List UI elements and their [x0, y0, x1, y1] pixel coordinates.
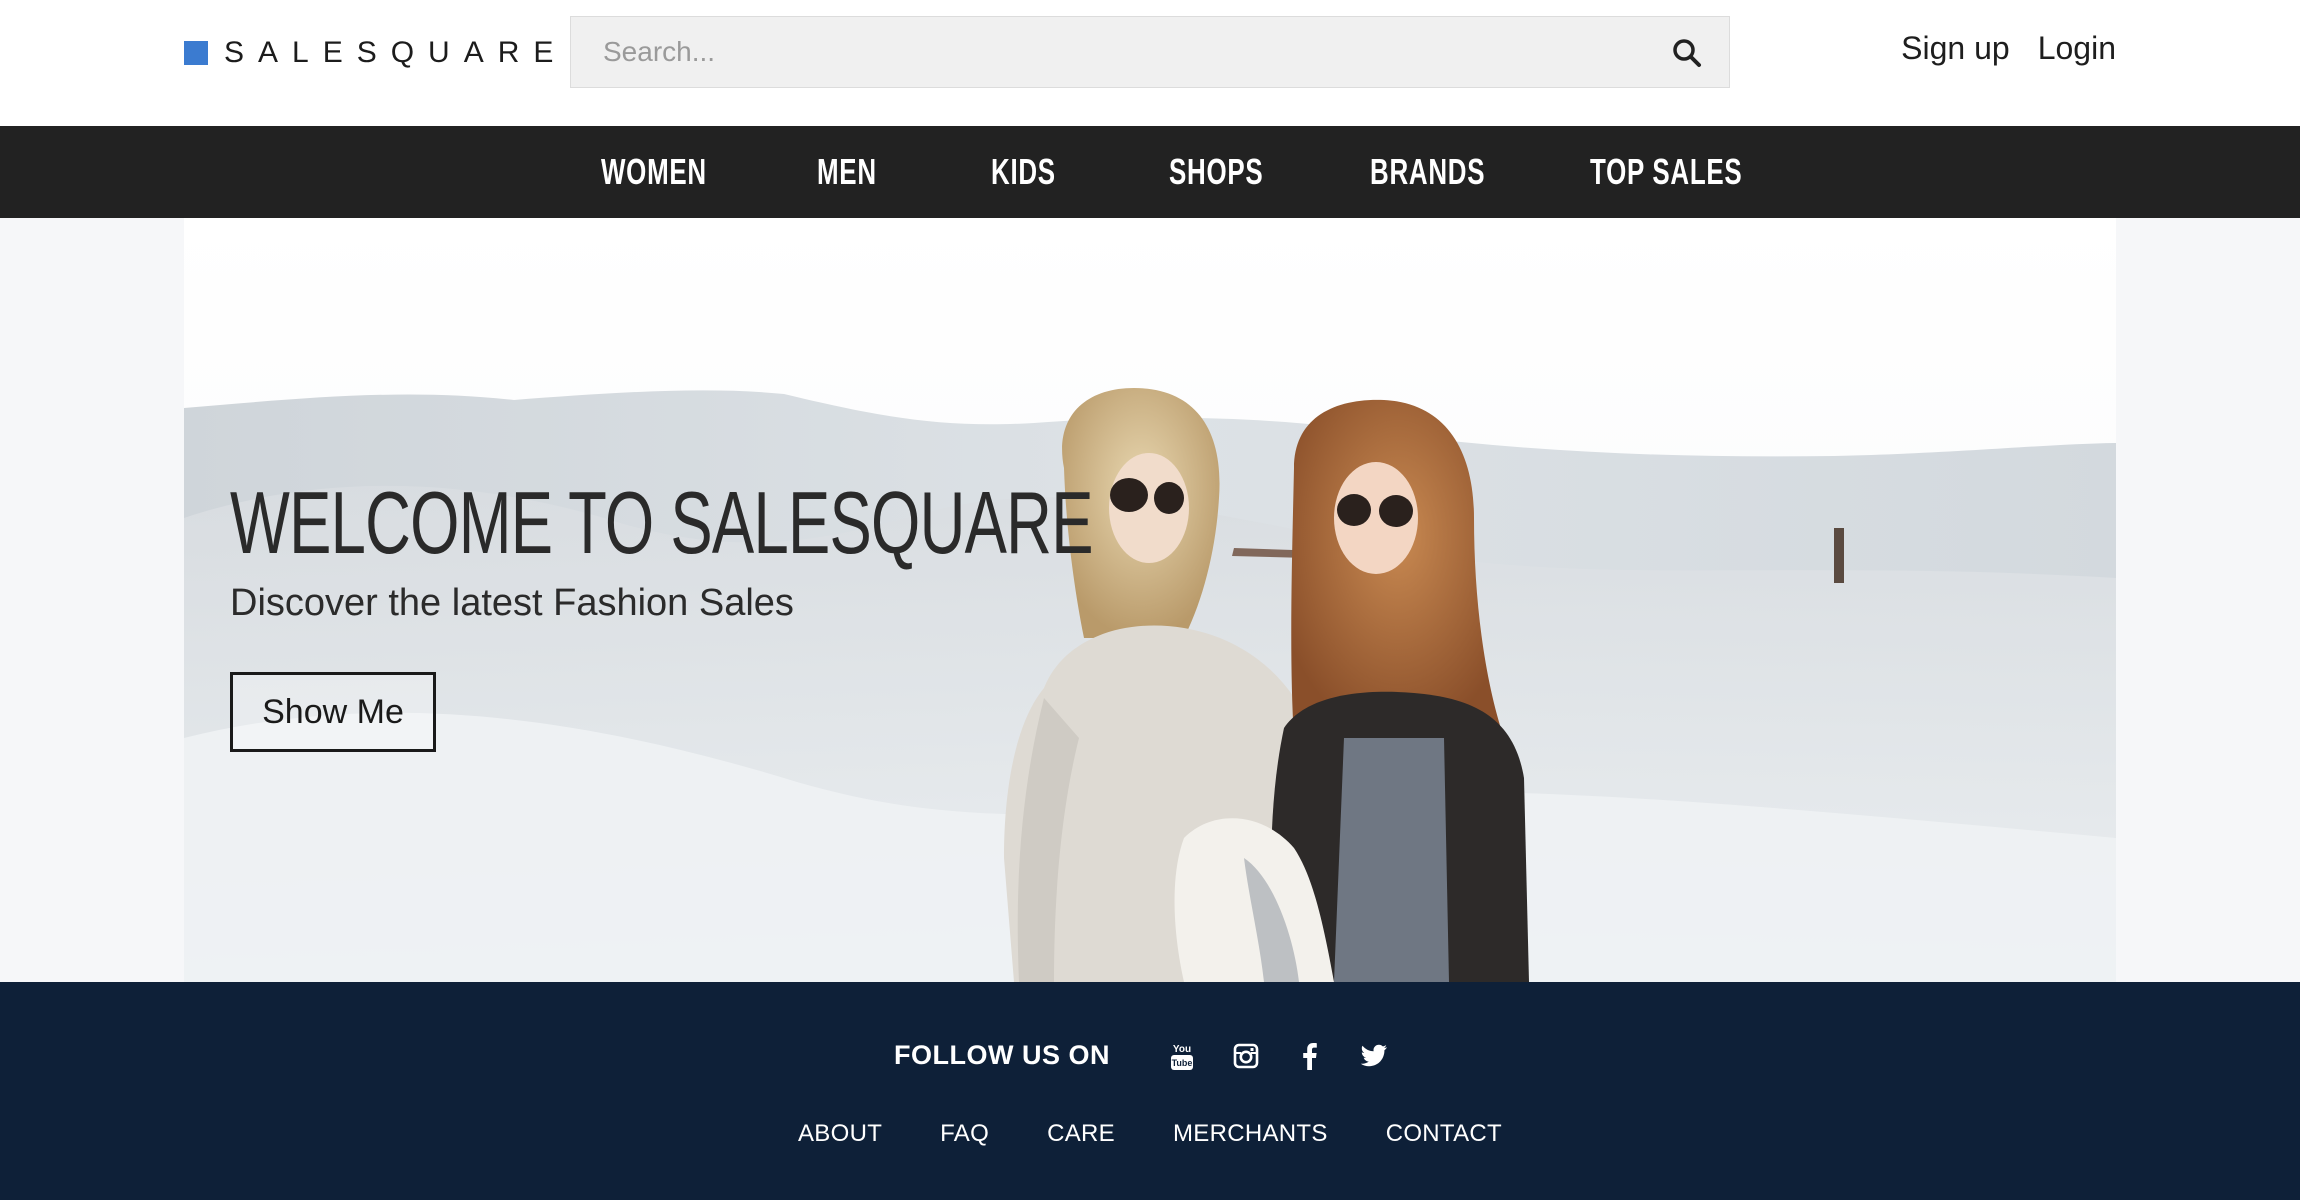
nav-item-brands[interactable]: BRANDS — [1370, 148, 1485, 196]
hero-title: WELCOME TO SALESQUARE — [230, 473, 1093, 572]
logo-text: SALESQUARE — [224, 36, 568, 69]
footer-link-about[interactable]: ABOUT — [798, 1120, 882, 1148]
footer-link-contact[interactable]: CONTACT — [1386, 1120, 1502, 1148]
hero-banner: WELCOME TO SALESQUARE Discover the lates… — [184, 218, 2116, 982]
nav-item-kids[interactable]: KIDS — [991, 148, 1056, 196]
brand-logo[interactable]: SALESQUARE — [184, 36, 567, 70]
login-link[interactable]: Login — [2038, 30, 2116, 67]
nav-item-women[interactable]: WOMEN — [601, 148, 707, 196]
footer-link-faq[interactable]: FAQ — [940, 1120, 989, 1148]
instagram-icon[interactable] — [1231, 1041, 1261, 1071]
search-icon[interactable] — [1671, 37, 1703, 69]
nav-item-top-sales[interactable]: TOP SALES — [1590, 148, 1742, 196]
hero-subtitle: Discover the latest Fashion Sales — [230, 582, 794, 624]
footer-link-merchants[interactable]: MERCHANTS — [1173, 1120, 1328, 1148]
site-footer: FOLLOW US ON You Tube ABOUT FAQ CARE MER… — [0, 982, 2300, 1200]
facebook-icon[interactable] — [1295, 1041, 1325, 1071]
search-bar — [570, 16, 1730, 88]
footer-link-care[interactable]: CARE — [1047, 1120, 1115, 1148]
nav-item-men[interactable]: MEN — [817, 148, 877, 196]
nav-item-shops[interactable]: SHOPS — [1169, 148, 1263, 196]
main-nav: WOMEN MEN KIDS SHOPS BRANDS TOP SALES — [0, 126, 2300, 218]
svg-text:You: You — [1173, 1044, 1191, 1055]
twitter-icon[interactable] — [1359, 1041, 1389, 1071]
footer-links: ABOUT FAQ CARE MERCHANTS CONTACT — [0, 1120, 2300, 1148]
site-header: SALESQUARE Sign up Login — [0, 0, 2300, 126]
search-input[interactable] — [571, 17, 1651, 87]
signup-link[interactable]: Sign up — [1901, 30, 2010, 67]
auth-links: Sign up Login — [1901, 30, 2116, 67]
svg-text:Tube: Tube — [1172, 1058, 1193, 1068]
show-me-button[interactable]: Show Me — [230, 672, 436, 752]
youtube-icon[interactable]: You Tube — [1167, 1041, 1197, 1071]
logo-mark — [184, 41, 208, 65]
follow-us: FOLLOW US ON You Tube — [0, 1040, 2300, 1071]
follow-label: FOLLOW US ON — [894, 1040, 1110, 1070]
